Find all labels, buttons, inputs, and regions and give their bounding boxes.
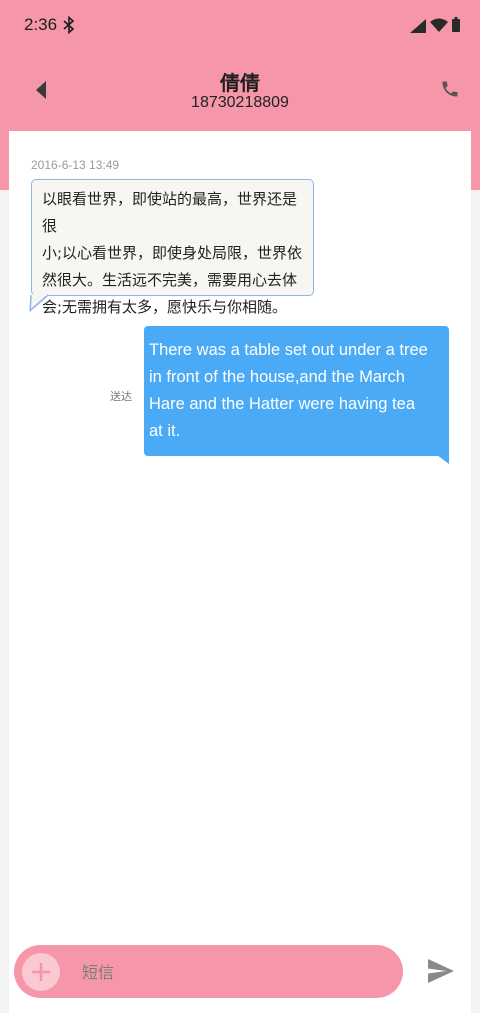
outgoing-bubble-tail (437, 455, 449, 464)
outgoing-message-bubble[interactable]: There was a table set out under a tree i… (144, 326, 449, 456)
message-line: 小;以心看世界，即使身处局限，世界依 (42, 244, 303, 262)
message-thread[interactable]: 2016-6-13 13:49 以眼看世界，即使站的最高，世界还是很 小;以心看… (9, 131, 471, 1013)
message-line: There was a table set out under a tree (149, 341, 428, 359)
incoming-bubble-tail (29, 294, 49, 312)
sms-input[interactable] (80, 956, 384, 988)
battery-icon (452, 17, 460, 32)
contact-number: 18730218809 (191, 94, 289, 111)
phone-icon[interactable] (440, 79, 460, 99)
contact-name: 倩倩 (220, 71, 260, 95)
message-timestamp: 2016-6-13 13:49 (31, 158, 120, 172)
message-line: 会;无需拥有太多，愿快乐与你相随。 (42, 298, 288, 316)
status-time: 2:36 (24, 15, 58, 34)
message-line: Hare and the Hatter were having tea (149, 395, 415, 413)
conversation-header: 倩倩 18730218809 (0, 52, 480, 130)
message-line: 以眼看世界，即使站的最高，世界还是很 (42, 190, 298, 235)
bluetooth-icon (63, 16, 75, 34)
signal-icon (410, 19, 426, 33)
wifi-icon (430, 18, 448, 32)
status-bar: 2:36 (0, 0, 480, 52)
plus-icon (32, 963, 50, 981)
message-composer (14, 945, 403, 998)
add-attachment-button[interactable] (22, 953, 60, 991)
message-line: in front of the house,and the March (149, 368, 405, 386)
send-icon[interactable] (427, 958, 455, 984)
message-line: 然很大。生活远不完美，需要用心去体 (42, 271, 298, 289)
incoming-message-bubble[interactable]: 以眼看世界，即使站的最高，世界还是很 小;以心看世界，即使身处局限，世界依 然很… (31, 179, 314, 316)
message-line: at it. (149, 422, 181, 440)
delivery-status: 送达 (110, 390, 132, 403)
